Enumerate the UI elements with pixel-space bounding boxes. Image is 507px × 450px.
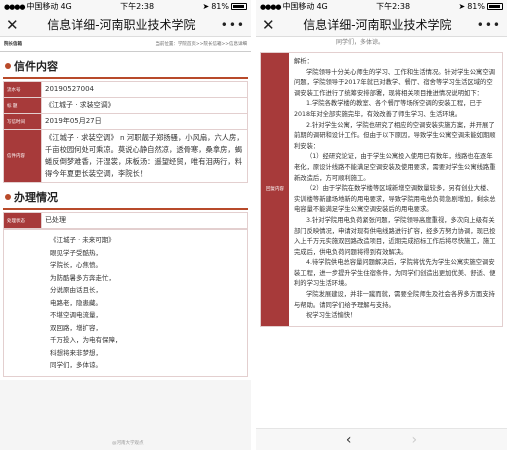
reply-paragraph: 1.学院各教学楼的教室、各个餐厅等场所空调的安装工程，已于2018年对全部实施完… [294,100,483,118]
page-title: 信息详细-河南职业技术学院 [47,18,196,32]
reply-paragraph: 3.针对学院用电负荷紧张问题，学院领导高度重视，多次向上级有关部门反映情况，申请… [294,216,496,256]
row-label: 处理状态 [3,212,42,229]
row-value: 《江城子 · 求装空调》 n 河职靓子郑扬骚，小风扇，六人房，千亩校园何处可乘凉… [41,129,248,183]
reply-paragraph: 4.待学院供电总容量问题解决后，学院将优先为学生公寓实施空调安装工程，进一步提升… [294,259,496,288]
table-row: 标 题 《江城子 · 求装空调》 [3,97,248,114]
poem-line: 《江城子 · 未来可期》 [50,236,115,244]
poem-line: 为防酷暑多方奔走忙， [50,273,115,282]
right-screenshot: ●●●● 中国移动 4G 下午2:38 ➤ 81% ✕ 信息详细-河南职业技术学… [256,0,507,450]
breadcrumb-section: 院长信箱 [4,42,22,47]
battery-icon [231,3,247,10]
table-row: 流水号 20190527004 [3,81,248,98]
browser-toolbar: ‹ › [256,428,507,450]
nav-bar: ✕ 信息详细-河南职业技术学院 ••• [0,13,251,37]
bullet-icon [5,194,11,200]
row-value: 2019年05月27日 [41,113,248,130]
reply-heading: 办理情况 [14,191,58,204]
location-icon: ➤ [458,2,466,11]
battery-percent: 81% [467,2,485,11]
table-row: 写信时间 2019年05月27日 [3,113,248,130]
time-label: 下午2:38 [376,2,411,11]
letter-content: 信件内容 流水号 20190527004 标 题 《江城子 · 求装空调》 写信… [0,52,251,380]
row-label: 流水号 [3,81,42,98]
reply-poem-box: 《江城子 · 未来可期》 眼见学子受酷热， 学院长，心焦愤。 为防酷暑多方奔走忙… [3,229,248,377]
poem-line: 同学们，多体谅。 [50,361,102,369]
row-value: 已处理 [41,212,248,229]
row-label: 标 题 [3,97,42,114]
table-row: 处理状态 已处理 [3,212,248,229]
bullet-icon [5,63,11,69]
signal-icon: ●●●● [4,2,25,11]
nav-bar: ✕ 信息详细-河南职业技术学院 ••• [256,13,507,37]
row-value: 20190527004 [41,81,248,98]
poem-line: 千万投入，为电有保障， [50,336,122,344]
letter-heading: 信件内容 [14,60,58,73]
reply-paragraph: 2.针对学生公寓，学院也研究了相应的空调安装实施方案，并开展了前期的调研和设计工… [294,121,496,150]
reply-paragraph: 学院发展建设，并非一蹴而就，需要全院师生及社会各界多方面支持与帮助。请同学们给予… [294,291,495,309]
reply-poem: 《江城子 · 未来可期》 眼见学子受酷热， 学院长，心焦愤。 为防酷暑多方奔走忙… [42,230,130,376]
more-icon[interactable]: ••• [221,18,245,32]
chevron-left-icon[interactable]: ‹ [346,432,352,448]
poem-line: 分说原由话且长， [50,286,102,294]
chevron-right-icon[interactable]: › [412,432,418,448]
poem-line: 电路老，隐患藏。 [50,298,102,307]
page-title: 信息详细-河南职业技术学院 [303,18,452,32]
time-label: 下午2:38 [120,2,155,11]
network-label: 4G [316,2,328,11]
reply-paragraph: （1）经研究论证，由于学生公寓投入使用已有数年，线路也在逐年老化，原设计线路不能… [294,153,496,182]
close-icon[interactable]: ✕ [6,16,22,34]
status-table: 处理状态 已处理 [3,212,248,229]
poem-line: 学院长，心焦愤。 [50,261,102,269]
scrolled-fragment: 同学们，多体谅。 [256,37,507,50]
reply-paragraph: 祝学习生活愉快！ [306,312,357,320]
row-label: 写信时间 [3,113,42,130]
reply-section-header: 办理情况 [3,186,248,210]
poem-line: 科想将来非梦想， [50,348,102,357]
battery-percent: 81% [211,2,229,11]
table-row: 信件内容 《江城子 · 求装空调》 n 河职靓子郑扬骚，小风扇，六人房，千亩校园… [3,129,248,183]
reply-paragraph: 学院领导十分关心师生的学习、工作和生活情况。针对学生公寓空调问题，学院领导于20… [294,68,495,97]
row-value: 《江城子 · 求装空调》 [41,97,248,114]
signal-icon: ●●●● [260,2,281,11]
close-icon[interactable]: ✕ [262,16,278,34]
reply-text: 解析： 学院领导十分关心师生的学习、工作和生活情况。针对学生公寓空调问题，学院领… [289,53,502,326]
reply-paragraph: 解析： [294,58,313,65]
letter-section-header: 信件内容 [3,55,248,79]
row-label: 信件内容 [3,129,42,183]
carrier-label: 中国移动 [282,2,315,11]
reply-paragraph: （2）由于学院在数学楼等区域新增空调数量较多，另有创业大楼、实训楼等新建场地新的… [294,185,496,214]
poem-line: 眼见学子受酷热， [50,248,102,257]
breadcrumb: 院长信箱 当前位置：学院首页>>院长信箱>>信息详细 [0,37,251,52]
left-screenshot: ●●●● 中国移动 4G 下午2:38 ➤ 81% ✕ 信息详细-河南职业技术学… [0,0,251,450]
carrier-label: 中国移动 [26,2,59,11]
status-bar: ●●●● 中国移动 4G 下午2:38 ➤ 81% [256,0,507,13]
more-icon[interactable]: ••• [477,18,501,32]
reply-content-label: 回复内容 [261,53,289,326]
breadcrumb-path[interactable]: 当前位置：学院首页>>院长信箱>>信息详细 [155,41,247,47]
location-icon: ➤ [202,2,210,11]
poem-line: 不堪空调电流量， [50,311,102,319]
battery-icon [487,3,503,10]
status-bar: ●●●● 中国移动 4G 下午2:38 ➤ 81% [0,0,251,13]
watermark: @河南大学观点 [112,441,144,446]
poem-line: 双回路，增扩容， [50,323,102,332]
reply-content-box: 回复内容 解析： 学院领导十分关心师生的学习、工作和生活情况。针对学生公寓空调问… [260,52,503,327]
letter-table: 流水号 20190527004 标 题 《江城子 · 求装空调》 写信时间 20… [3,81,248,183]
network-label: 4G [60,2,72,11]
